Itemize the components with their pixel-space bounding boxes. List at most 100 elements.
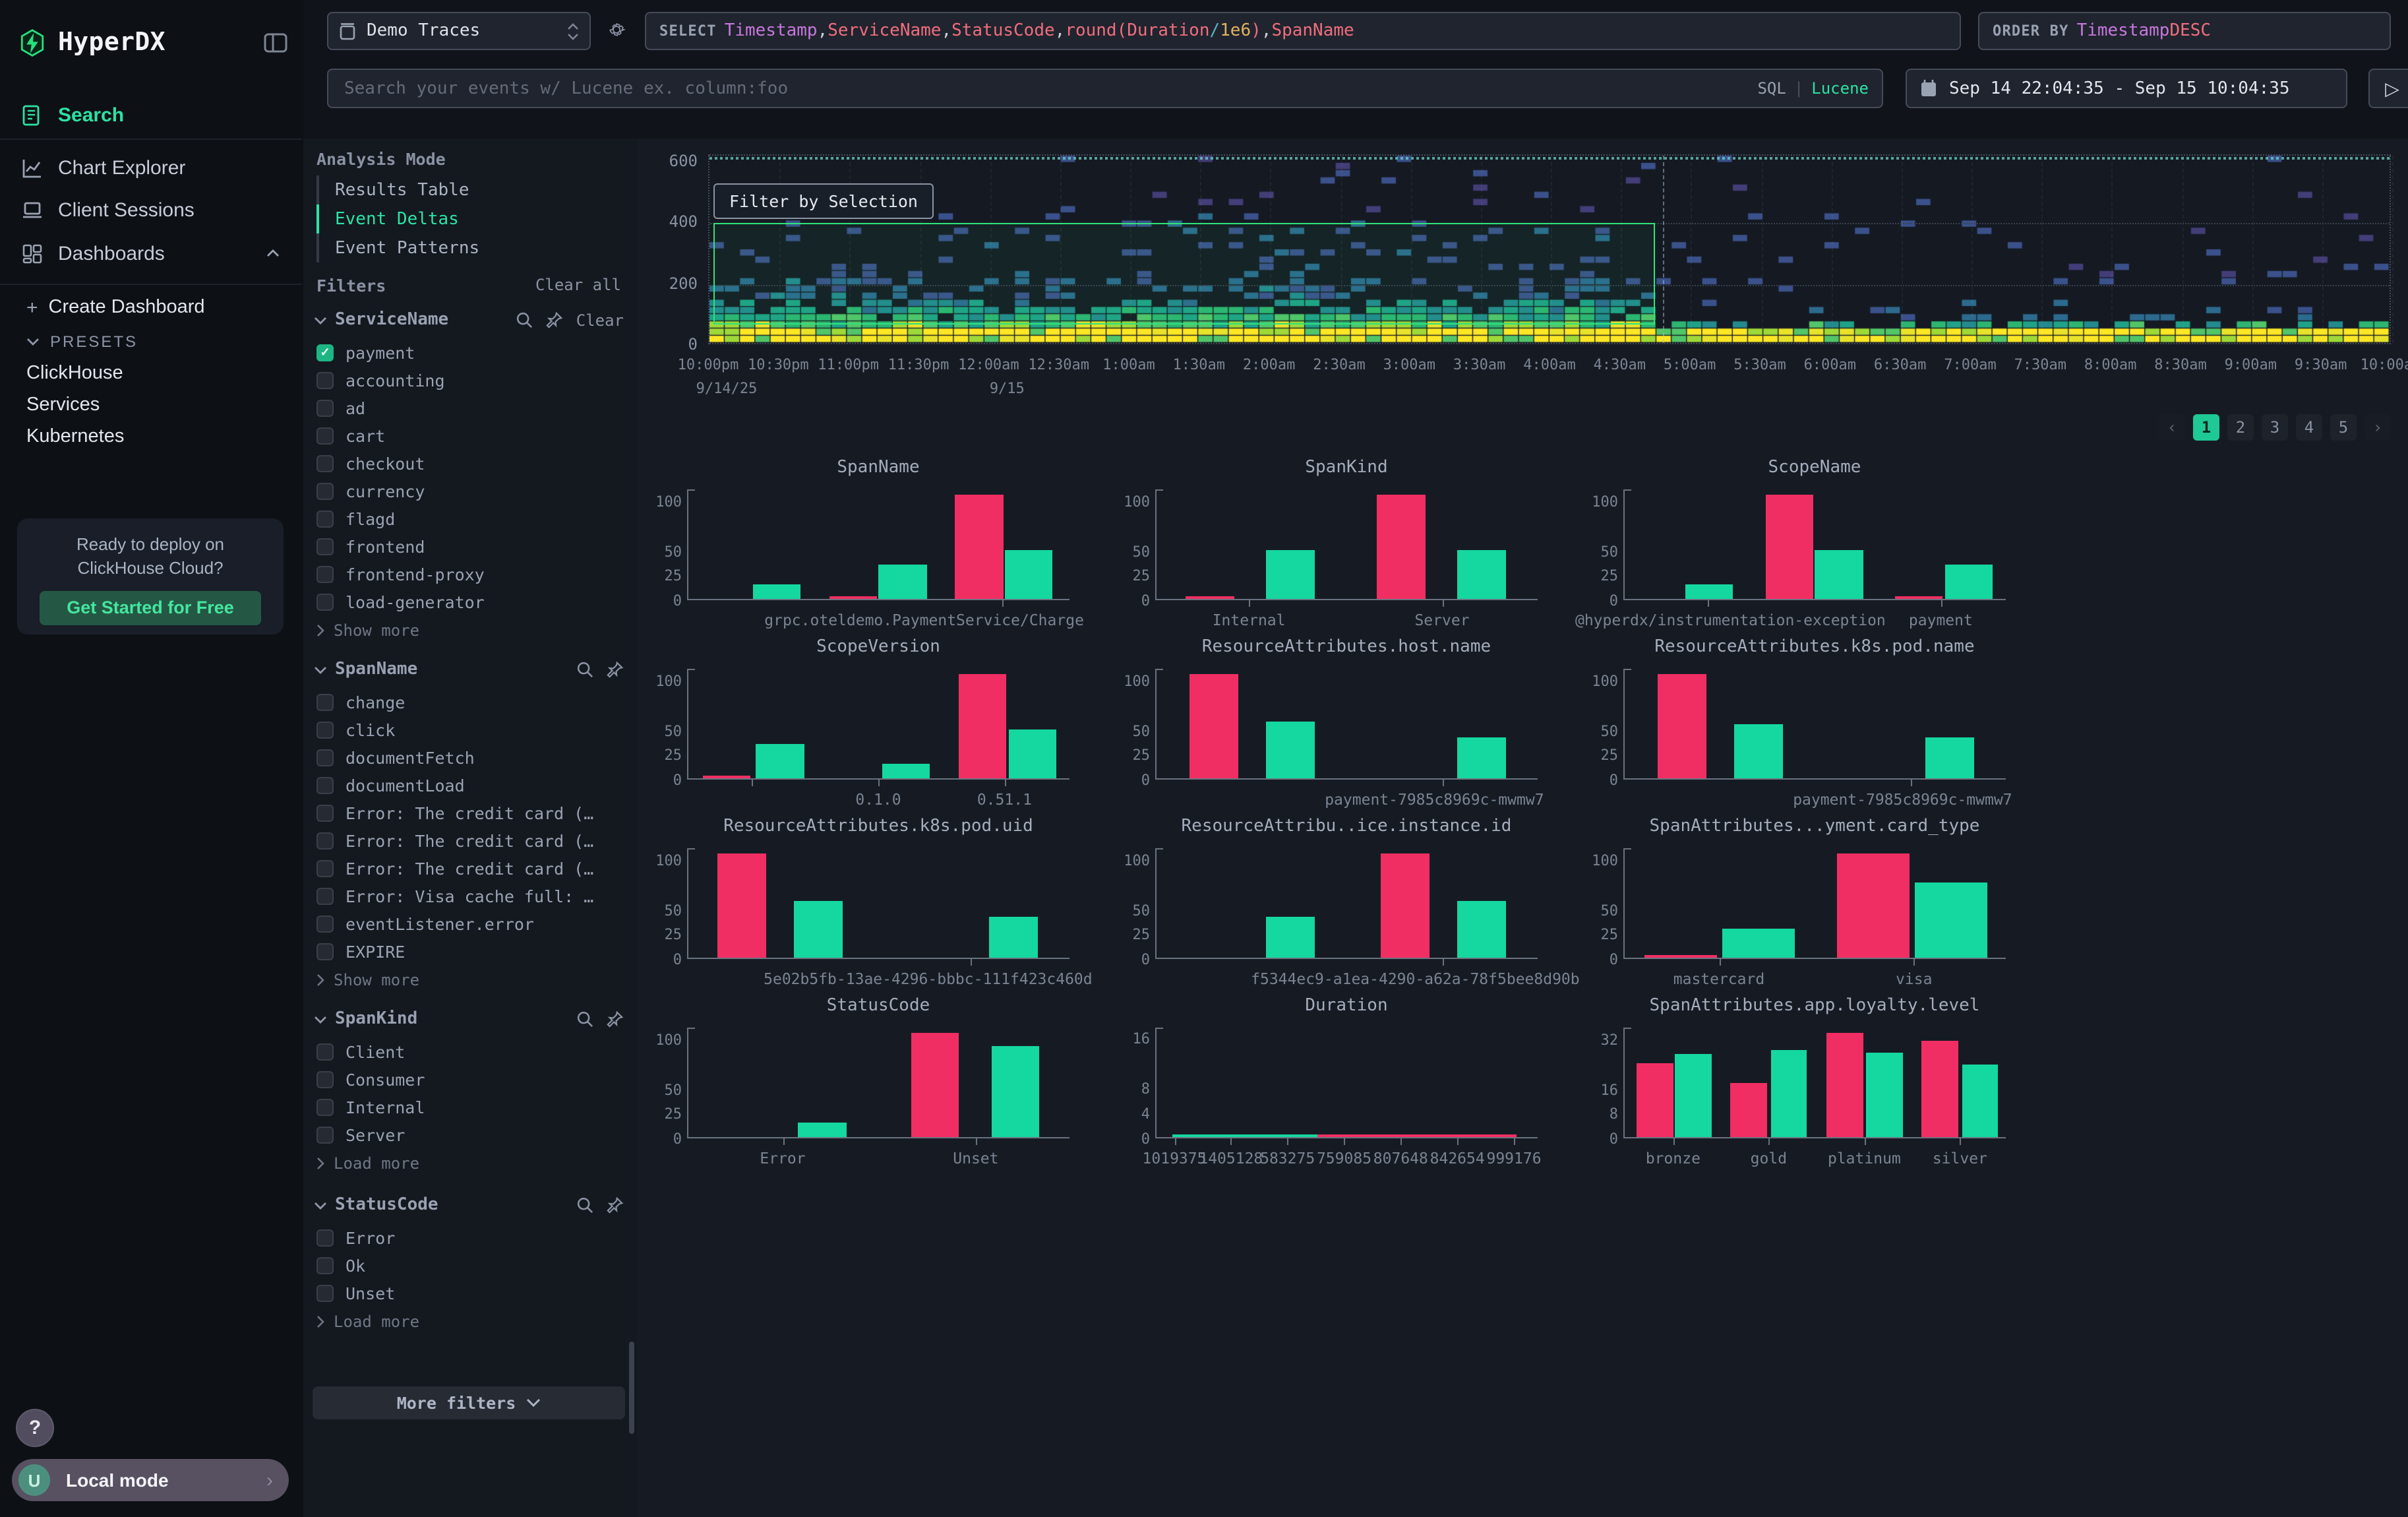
checkbox[interactable]: [316, 427, 334, 445]
filter-option-eventlistener-error[interactable]: eventListener.error: [316, 910, 629, 938]
sidebar-preset-kubernetes[interactable]: Kubernetes: [0, 421, 303, 452]
presets-header[interactable]: PRESETS: [0, 326, 303, 357]
filter-option-error-the-credit-card-[interactable]: Error: The credit card (…: [316, 827, 629, 855]
search-icon[interactable]: [576, 661, 593, 678]
filter-option-frontend[interactable]: frontend: [316, 533, 629, 561]
select-clause-input[interactable]: SELECTTimestamp, ServiceName, StatusCode…: [645, 12, 1961, 50]
sidebar-preset-services[interactable]: Services: [0, 389, 303, 421]
get-started-button[interactable]: Get Started for Free: [40, 591, 261, 625]
pagination-page-5[interactable]: 5: [2330, 414, 2357, 441]
filter-group-header-servicename[interactable]: ServiceNameClear: [314, 310, 624, 330]
show-more-button[interactable]: Show more: [316, 967, 419, 993]
date-range-picker[interactable]: Sep 14 22:04:35 - Sep 15 10:04:35: [1906, 69, 2347, 108]
checkbox[interactable]: [316, 455, 334, 472]
load-more-button[interactable]: Load more: [316, 1309, 419, 1335]
filter-option-server[interactable]: Server: [316, 1121, 629, 1149]
checkbox[interactable]: [316, 888, 334, 905]
orderby-clause-input[interactable]: ORDER BYTimestamp DESC: [1978, 12, 2391, 50]
filter-option-flagd[interactable]: flagd: [316, 505, 629, 533]
checkbox[interactable]: [316, 538, 334, 555]
pin-icon[interactable]: [546, 311, 563, 328]
create-dashboard-button[interactable]: + Create Dashboard: [0, 292, 303, 323]
checkbox[interactable]: [316, 372, 334, 389]
checkbox[interactable]: [316, 1127, 334, 1144]
checkbox[interactable]: ✓: [316, 344, 334, 361]
sidebar-preset-clickhouse[interactable]: ClickHouse: [0, 357, 303, 389]
pin-icon[interactable]: [607, 1010, 624, 1028]
sidebar-item-dashboards[interactable]: Dashboards: [0, 233, 303, 273]
filter-option-documentload[interactable]: documentLoad: [316, 772, 629, 799]
checkbox[interactable]: [316, 860, 334, 877]
checkbox[interactable]: [316, 1229, 334, 1247]
filter-group-header-statuscode[interactable]: StatusCode: [314, 1195, 624, 1215]
show-more-button[interactable]: Show more: [316, 617, 419, 644]
filter-by-selection-button[interactable]: Filter by Selection: [713, 183, 934, 219]
filter-option-click[interactable]: click: [316, 716, 629, 744]
checkbox[interactable]: [316, 566, 334, 583]
language-sql[interactable]: SQL: [1757, 79, 1786, 98]
filter-group-header-spankind[interactable]: SpanKind: [314, 1009, 624, 1029]
filter-option-documentfetch[interactable]: documentFetch: [316, 744, 629, 772]
pagination-page-4[interactable]: 4: [2296, 414, 2322, 441]
pagination-next[interactable]: ›: [2364, 414, 2391, 441]
filter-option-frontend-proxy[interactable]: frontend-proxy: [316, 561, 629, 588]
more-filters-button[interactable]: More filters: [313, 1386, 625, 1419]
load-more-button[interactable]: Load more: [316, 1150, 419, 1177]
sidebar-item-search[interactable]: Search: [0, 95, 303, 135]
local-mode-menu[interactable]: U Local mode ›: [12, 1459, 289, 1501]
language-lucene[interactable]: Lucene: [1811, 79, 1869, 98]
pagination-page-2[interactable]: 2: [2227, 414, 2254, 441]
checkbox[interactable]: [316, 777, 334, 794]
filter-option-error[interactable]: Error: [316, 1224, 629, 1252]
checkbox[interactable]: [316, 1071, 334, 1088]
search-input[interactable]: [342, 77, 1757, 100]
filter-option-cart[interactable]: cart: [316, 422, 629, 450]
checkbox[interactable]: [316, 1099, 334, 1116]
language-toggle[interactable]: SQL|Lucene: [1757, 79, 1869, 98]
run-query-button[interactable]: ▷: [2368, 69, 2408, 108]
checkbox[interactable]: [316, 1043, 334, 1061]
pagination-page-3[interactable]: 3: [2262, 414, 2288, 441]
source-select[interactable]: Demo Traces: [327, 12, 591, 50]
analysis-mode-results-table[interactable]: Results Table: [316, 175, 620, 204]
sidebar-item-client-sessions[interactable]: Client Sessions: [0, 190, 303, 230]
filter-option-currency[interactable]: currency: [316, 478, 629, 505]
filter-option-load-generator[interactable]: load-generator: [316, 588, 629, 616]
sidebar-item-chart-explorer[interactable]: Chart Explorer: [0, 148, 303, 187]
filter-option-internal[interactable]: Internal: [316, 1094, 629, 1121]
checkbox[interactable]: [316, 400, 334, 417]
filter-option-checkout[interactable]: checkout: [316, 450, 629, 478]
filter-option-ad[interactable]: ad: [316, 394, 629, 422]
checkbox[interactable]: [316, 511, 334, 528]
checkbox[interactable]: [316, 832, 334, 850]
filter-option-error-the-credit-card-[interactable]: Error: The credit card (…: [316, 855, 629, 882]
checkbox[interactable]: [316, 1285, 334, 1302]
clear-group-button[interactable]: Clear: [576, 311, 624, 329]
pin-icon[interactable]: [607, 661, 624, 678]
help-button[interactable]: ?: [16, 1409, 54, 1447]
filter-option-expire[interactable]: EXPIRE: [316, 938, 629, 966]
checkbox[interactable]: [316, 1257, 334, 1274]
filter-option-consumer[interactable]: Consumer: [316, 1066, 629, 1094]
search-icon[interactable]: [576, 1196, 593, 1214]
filter-option-payment[interactable]: ✓payment: [316, 339, 629, 367]
checkbox[interactable]: [316, 943, 334, 960]
filters-scrollbar[interactable]: [629, 1342, 634, 1434]
collapse-sidebar-icon[interactable]: [264, 32, 287, 52]
checkbox[interactable]: [316, 749, 334, 766]
analysis-mode-event-patterns[interactable]: Event Patterns: [316, 233, 620, 263]
filter-option-accounting[interactable]: accounting: [316, 367, 629, 394]
filter-group-header-spanname[interactable]: SpanName: [314, 660, 624, 679]
checkbox[interactable]: [316, 915, 334, 933]
filter-option-change[interactable]: change: [316, 689, 629, 716]
checkbox[interactable]: [316, 805, 334, 822]
filter-option-error-visa-cache-full-[interactable]: Error: Visa cache full: …: [316, 882, 629, 910]
checkbox[interactable]: [316, 594, 334, 611]
clear-all-filters-button[interactable]: Clear all: [535, 276, 621, 295]
filter-option-unset[interactable]: Unset: [316, 1280, 629, 1307]
search-icon[interactable]: [516, 311, 533, 328]
filter-option-ok[interactable]: Ok: [316, 1252, 629, 1280]
filter-option-client[interactable]: Client: [316, 1038, 629, 1066]
pin-icon[interactable]: [607, 1196, 624, 1214]
filter-option-error-the-credit-card-[interactable]: Error: The credit card (…: [316, 799, 629, 827]
